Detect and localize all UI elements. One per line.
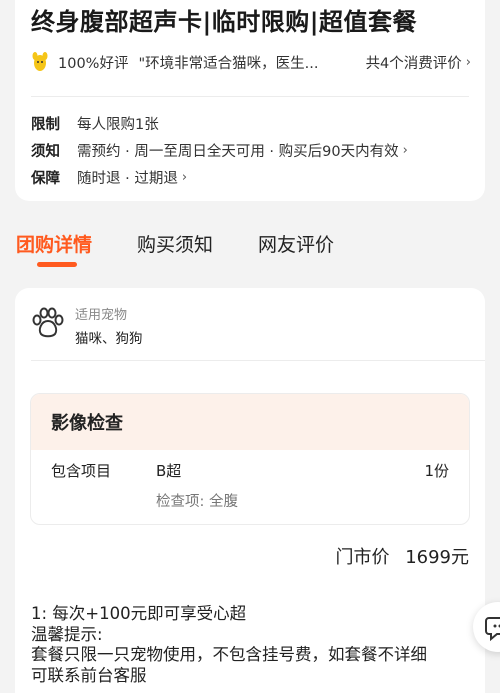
tab-deal-details[interactable]: 团购详情 [16, 230, 92, 257]
info-row-limit: 限制 每人限购1张 [31, 112, 159, 134]
price-label: 门市价 [335, 547, 390, 568]
active-tab-indicator [37, 262, 77, 267]
section-title: 影像检查 [31, 394, 469, 450]
note-line: 套餐只限一只宠物使用，不包含挂号费，如套餐不详细 [31, 645, 427, 664]
item-label: 包含项目 [51, 462, 112, 480]
info-key: 须知 [31, 143, 60, 160]
paw-icon [31, 306, 65, 340]
chevron-right-icon: › [402, 142, 408, 158]
deal-detail-card: 适用宠物 猫咪、狗狗 影像检查 包含项目 B超 1份 检查项: 全腹 门市价 1… [15, 288, 485, 693]
dog-badge-icon [31, 52, 49, 72]
review-quote: "环境非常适合猫咪，医生... [138, 55, 319, 72]
chevron-right-icon: › [465, 54, 471, 70]
divider [31, 360, 485, 361]
tab-purchase-notice[interactable]: 购买须知 [137, 230, 213, 257]
package-item-box: 影像检查 包含项目 B超 1份 检查项: 全腹 [30, 393, 470, 525]
chevron-right-icon: › [181, 169, 188, 185]
info-key: 保障 [31, 170, 60, 187]
info-key: 限制 [31, 116, 60, 133]
note-line: 可联系前台客服 [31, 665, 147, 685]
market-price: 门市价 1699元 [335, 543, 469, 569]
info-row-notice[interactable]: 须知 需预约 · 周一至周日全天可用 · 购买后90天内有效 › [31, 139, 408, 161]
price-value: 1699元 [405, 547, 469, 568]
note-line: 温馨提示: [31, 624, 103, 644]
package-notes: 1: 每次+100元即可享受心超 温馨提示: 套餐只限一只宠物使用，不包含挂号费… [31, 604, 476, 686]
info-value: 随时退 · 过期退 [77, 170, 178, 187]
info-value: 需预约 · 周一至周日全天可用 · 购买后90天内有效 [77, 143, 399, 160]
divider [31, 96, 469, 97]
item-detail: 检查项: 全腹 [156, 494, 238, 510]
pet-value: 猫咪、狗狗 [75, 331, 143, 347]
item-quantity: 1份 [424, 462, 449, 480]
product-title: 终身腹部超声卡|临时限购|超值套餐 [31, 8, 418, 36]
applicable-pets: 适用宠物 猫咪、狗狗 [31, 302, 143, 347]
info-value: 每人限购1张 [77, 116, 159, 133]
pet-label: 适用宠物 [75, 308, 128, 323]
positive-rate: 100%好评 [58, 55, 129, 72]
deal-summary-card: 终身腹部超声卡|临时限购|超值套餐 100%好评 "环境非常适合猫咪，医生...… [15, 0, 485, 201]
info-row-guarantee[interactable]: 保障 随时退 · 过期退 › [31, 166, 187, 188]
review-summary-row[interactable]: 100%好评 "环境非常适合猫咪，医生... 共4个消费评价 › [31, 50, 471, 74]
item-name: B超 [156, 462, 182, 480]
note-line: 1: 每次+100元即可享受心超 [31, 604, 247, 623]
chat-icon [485, 617, 500, 642]
tab-user-reviews[interactable]: 网友评价 [258, 230, 334, 257]
review-count: 共4个消费评价 [365, 55, 462, 72]
